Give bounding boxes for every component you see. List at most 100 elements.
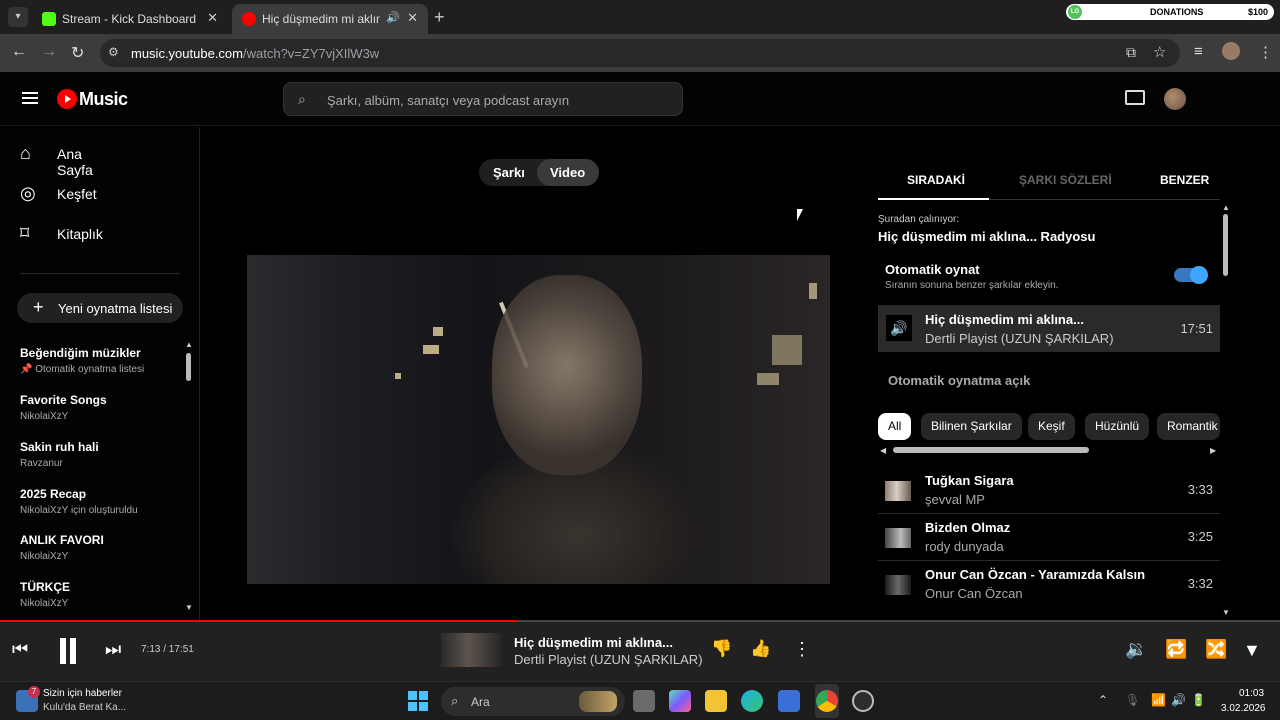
- playlist-item[interactable]: Sakin ruh hali Ravzanur: [20, 440, 180, 469]
- repeat-icon[interactable]: 🔁: [1165, 639, 1187, 660]
- volume-icon[interactable]: 🔉: [1125, 639, 1147, 660]
- media-control-icon[interactable]: ≡: [1194, 43, 1203, 60]
- chip-discover[interactable]: Keşif: [1028, 413, 1075, 440]
- browser-menu-icon[interactable]: ⋮: [1258, 43, 1273, 61]
- clock-date[interactable]: 3.02.2026: [1221, 703, 1266, 714]
- toggle-song[interactable]: Şarkı: [493, 165, 525, 180]
- microphone-icon[interactable]: 🎙: [1125, 693, 1140, 707]
- chip-romantic[interactable]: Romantik: [1157, 413, 1220, 440]
- cast-icon[interactable]: [1125, 90, 1145, 105]
- microsoft-store-icon[interactable]: [778, 690, 800, 712]
- bookmark-icon: ⌑: [20, 223, 30, 243]
- playing-from-title[interactable]: Hiç düşmedim mi aklına... Radyosu: [878, 229, 1095, 244]
- reload-icon[interactable]: ↻: [71, 43, 84, 63]
- new-tab-button[interactable]: +: [434, 7, 445, 28]
- install-app-icon[interactable]: ⧉: [1126, 44, 1136, 61]
- scroll-up-icon[interactable]: ▲: [1222, 203, 1230, 212]
- file-explorer-icon[interactable]: [705, 690, 727, 712]
- wifi-icon[interactable]: 📶: [1151, 693, 1166, 707]
- now-playing-artist[interactable]: Dertli Playist (UZUN ŞARKILAR): [514, 652, 703, 667]
- dislike-icon[interactable]: 👎: [711, 639, 732, 659]
- chrome-icon[interactable]: [816, 690, 838, 712]
- queue-item[interactable]: Bizden Olmaz rody dunyada 3:25: [878, 514, 1220, 561]
- tab-lyrics[interactable]: ŞARKI SÖZLERİ: [1019, 173, 1112, 187]
- pause-icon[interactable]: [58, 638, 78, 664]
- song-video-toggle[interactable]: Şarkı Video: [479, 159, 599, 186]
- speaker-tray-icon[interactable]: 🔊: [1171, 693, 1186, 707]
- windows-start-icon[interactable]: [408, 691, 428, 711]
- queue-title: Bizden Olmaz: [925, 520, 1011, 535]
- task-view-icon[interactable]: [633, 690, 655, 712]
- profile-avatar[interactable]: [1222, 42, 1240, 60]
- toggle-video[interactable]: Video: [537, 159, 599, 186]
- compass-icon: ◎: [20, 183, 36, 203]
- now-playing-thumbnail[interactable]: [441, 633, 501, 667]
- audio-playing-icon[interactable]: 🔊: [386, 11, 400, 24]
- chips-scroll-right-icon[interactable]: ▶: [1210, 446, 1216, 455]
- sidebar: ⌂ Ana Sayfa ◎ Keşfet ⌑ Kitaplık + Yeni o…: [0, 127, 200, 620]
- search-icon: ⌕: [298, 91, 306, 107]
- scroll-down-icon[interactable]: ▼: [1222, 608, 1230, 617]
- forward-icon[interactable]: →: [41, 43, 57, 61]
- clock-time[interactable]: 01:03: [1239, 688, 1264, 699]
- playlist-item[interactable]: TÜRKÇE NikolaiXzY: [20, 580, 180, 609]
- new-playlist-button[interactable]: + Yeni oynatma listesi: [17, 293, 183, 323]
- now-playing-title[interactable]: Hiç düşmedim mi aklına...: [514, 635, 673, 650]
- sidebar-scrollbar[interactable]: [186, 353, 191, 381]
- playlist-item[interactable]: ANLIK FAVORI NikolaiXzY: [20, 533, 180, 562]
- url-text[interactable]: music.youtube.com/watch?v=ZY7vjXIlW3w: [131, 46, 379, 61]
- chips-scroll-left-icon[interactable]: ◀: [880, 446, 886, 455]
- tab-related[interactable]: BENZER: [1160, 173, 1209, 187]
- scroll-up-icon[interactable]: ▲: [185, 340, 193, 349]
- taskbar-search[interactable]: ⌕ Ara: [441, 687, 625, 716]
- search-box[interactable]: ⌕ Şarkı, albüm, sanatçı veya podcast ara…: [283, 82, 683, 116]
- like-icon[interactable]: 👍: [750, 639, 771, 659]
- bookmark-star-icon[interactable]: ☆: [1153, 43, 1166, 61]
- now-playing-row[interactable]: 🔊 Hiç düşmedim mi aklına... Dertli Playi…: [878, 305, 1220, 352]
- tab-youtube-music[interactable]: Hiç düşmedim mi aklına... | 🔊 ✕: [232, 4, 428, 34]
- next-icon[interactable]: ⏭: [105, 639, 121, 660]
- edge-icon[interactable]: [741, 690, 763, 712]
- tab-up-next[interactable]: SIRADAKİ: [907, 173, 965, 187]
- news-subtitle[interactable]: Kulu'da Berat Ka...: [43, 702, 126, 713]
- site-info-icon[interactable]: ⚙: [108, 45, 119, 59]
- copilot-icon[interactable]: [669, 690, 691, 712]
- more-options-icon[interactable]: ⋮: [793, 639, 811, 660]
- tray-overflow-icon[interactable]: ⌃: [1098, 693, 1108, 707]
- chips-scrollbar[interactable]: [893, 447, 1089, 453]
- search-input[interactable]: Şarkı, albüm, sanatçı veya podcast arayı…: [327, 93, 569, 108]
- queue-item[interactable]: Tuğkan Sigara şevval MP 3:33: [878, 467, 1220, 514]
- home-icon: ⌂: [20, 143, 31, 163]
- chip-known-songs[interactable]: Bilinen Şarkılar: [921, 413, 1022, 440]
- avatar[interactable]: [1164, 88, 1186, 110]
- playlist-subtitle: NikolaiXzY: [20, 598, 69, 609]
- obs-icon[interactable]: [852, 690, 874, 712]
- youtube-music-logo-icon[interactable]: [57, 89, 77, 109]
- expand-player-icon[interactable]: ▼: [1243, 640, 1261, 661]
- chip-sad[interactable]: Hüzünlü: [1085, 413, 1150, 440]
- battery-icon[interactable]: 🔋: [1191, 693, 1206, 707]
- address-bar[interactable]: ⚙ music.youtube.com/watch?v=ZY7vjXIlW3w …: [100, 39, 1180, 67]
- playlist-item[interactable]: 2025 Recap NikolaiXzY için oluşturuldu: [20, 487, 180, 516]
- playlist-item[interactable]: Beğendiğim müzikler 📌 Otomatik oynatma l…: [20, 346, 180, 375]
- tab-close-icon[interactable]: ✕: [407, 10, 418, 26]
- windows-taskbar: 7 Sizin için haberler Kulu'da Berat Ka..…: [0, 681, 1280, 720]
- queue-artist: Onur Can Özcan: [925, 586, 1023, 601]
- autoplay-toggle[interactable]: [1174, 266, 1208, 284]
- browser-tab-bar: ▾ Stream - Kick Dashboard ✕ Hiç düşmedim…: [0, 0, 1280, 34]
- playlist-item[interactable]: Favorite Songs NikolaiXzY: [20, 393, 180, 422]
- scroll-down-icon[interactable]: ▼: [185, 603, 193, 612]
- logo-text[interactable]: Music: [79, 89, 128, 110]
- tab-kick-dashboard[interactable]: Stream - Kick Dashboard ✕: [32, 4, 228, 34]
- back-icon[interactable]: ←: [11, 43, 27, 61]
- news-title[interactable]: Sizin için haberler: [43, 688, 122, 699]
- tab-close-icon[interactable]: ✕: [207, 10, 218, 26]
- previous-icon[interactable]: ⏮: [12, 639, 28, 660]
- menu-icon[interactable]: [22, 92, 38, 104]
- video-player[interactable]: [247, 255, 830, 584]
- shuffle-icon[interactable]: 🔀: [1205, 639, 1227, 660]
- chip-all[interactable]: All: [878, 413, 912, 440]
- tab-search-button[interactable]: ▾: [8, 7, 28, 27]
- panel-scrollbar[interactable]: [1223, 214, 1228, 276]
- queue-item[interactable]: Onur Can Özcan - Yaramızda Kalsın Onur C…: [878, 561, 1220, 608]
